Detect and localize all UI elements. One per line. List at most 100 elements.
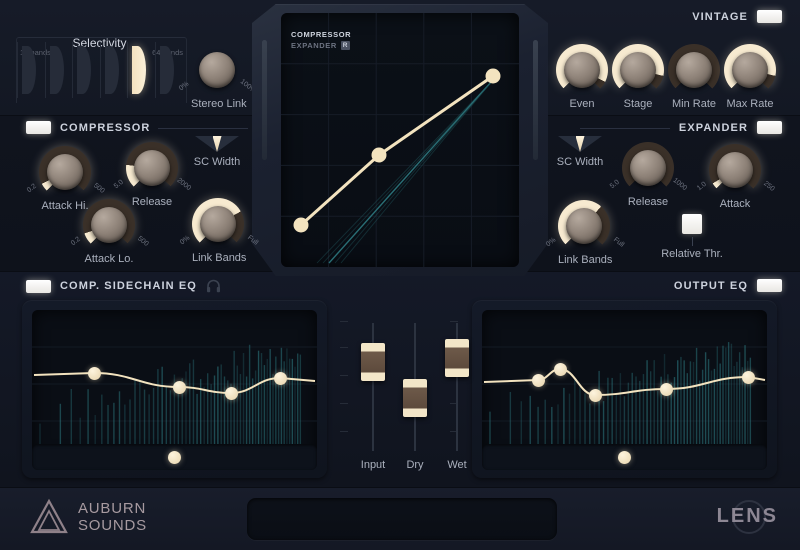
output-eq-toggle[interactable]	[757, 279, 782, 292]
stereo-link-dial[interactable]: 0% 100%	[191, 44, 243, 96]
stage-dial[interactable]	[612, 44, 664, 96]
fader-scale-tick	[340, 431, 348, 432]
dry-fader-handle[interactable]	[403, 379, 427, 417]
exp-sc-width-wedge[interactable]	[558, 136, 602, 152]
attack-label: Attack	[709, 198, 761, 210]
max-rate-cap	[732, 52, 768, 88]
vendor-name: AUBURN SOUNDS	[78, 500, 147, 534]
transfer-curve-svg	[281, 13, 519, 267]
expander-badge[interactable]: R	[341, 41, 350, 50]
sidechain-eq-slider-handle[interactable]	[168, 451, 181, 464]
legend-compressor: COMPRESSOR	[291, 30, 351, 39]
vintage-toggle[interactable]	[757, 10, 782, 23]
sidechain-eq-header: COMP. SIDECHAIN EQ	[26, 279, 221, 293]
vendor-logo[interactable]: AUBURN SOUNDS	[28, 496, 147, 538]
output-eq-slider-handle[interactable]	[618, 451, 631, 464]
fader-scale-tick	[340, 347, 348, 348]
compressor-toggle[interactable]	[26, 121, 51, 134]
transfer-node-0[interactable]	[294, 218, 309, 233]
eq-node-4[interactable]	[742, 371, 755, 384]
attack-lo-cap	[91, 207, 127, 243]
release-cap	[134, 150, 170, 186]
expander-sc-width[interactable]: SC Width	[548, 136, 612, 168]
selectivity-step-shape	[160, 46, 174, 94]
link-bands-knob[interactable]: 0%FullLink Bands	[192, 198, 244, 264]
transfer-curve-screen[interactable]: COMPRESSOR EXPANDER R	[281, 13, 519, 267]
output-eq-panel[interactable]	[472, 300, 777, 478]
min-rate-knob[interactable]: Min Rate	[668, 44, 720, 110]
vendor-line-2: SOUNDS	[78, 517, 147, 534]
compressor-sc-width[interactable]: SC Width	[185, 136, 249, 168]
selectivity-step-5[interactable]	[155, 42, 182, 98]
transfer-curve-display[interactable]: COMPRESSOR EXPANDER R	[252, 4, 548, 276]
product-name: LENS	[717, 505, 778, 528]
output-eq-screen[interactable]	[482, 310, 767, 458]
selectivity-step-shape	[22, 46, 36, 94]
stereo-link-cap	[199, 52, 235, 88]
selectivity-step-1[interactable]	[45, 42, 72, 98]
eq-node-0[interactable]	[532, 374, 545, 387]
eq-node-2[interactable]	[589, 389, 602, 402]
even-knob[interactable]: Even	[556, 44, 608, 110]
relative-threshold-label: Relative Thr.	[652, 248, 732, 260]
relative-threshold-box[interactable]	[682, 214, 702, 234]
display-rail-right	[533, 40, 538, 160]
selectivity-step-shape	[77, 46, 91, 94]
selectivity-selector[interactable]: Selectivity 18 bands 64 bands	[12, 28, 187, 106]
link-bands-dial[interactable]: 0%Full	[558, 200, 610, 252]
eq-node-2[interactable]	[225, 387, 238, 400]
vendor-line-1: AUBURN	[78, 500, 147, 517]
link-bands-knob[interactable]: 0%FullLink Bands	[558, 200, 610, 266]
mix-faders[interactable]: InputDryWet	[340, 305, 460, 483]
eq-node-3[interactable]	[274, 372, 287, 385]
link-bands-dial[interactable]: 0%Full	[192, 198, 244, 250]
sidechain-eq-title: COMP. SIDECHAIN EQ	[60, 280, 197, 292]
sidechain-eq-screen[interactable]	[32, 310, 317, 458]
input-fader-handle[interactable]	[361, 343, 385, 381]
eq-node-3[interactable]	[660, 383, 673, 396]
selectivity-step-3[interactable]	[100, 42, 127, 98]
release-label: Release	[622, 196, 674, 208]
wet-fader-handle[interactable]	[445, 339, 469, 377]
min-rate-dial[interactable]	[668, 44, 720, 96]
comp-sc-width-wedge[interactable]	[195, 136, 239, 152]
sidechain-eq-panel[interactable]	[22, 300, 327, 478]
attack-lo-knob[interactable]: 0.2500Attack Lo.	[83, 199, 135, 265]
sidechain-eq-toggle[interactable]	[26, 280, 51, 293]
stage-knob[interactable]: Stage	[612, 44, 664, 110]
preset-bar[interactable]	[247, 498, 557, 540]
min-rate-label: Min Rate	[668, 98, 720, 110]
transfer-node-1[interactable]	[372, 148, 387, 163]
selectivity-step-0[interactable]	[17, 42, 44, 98]
display-rail-left	[262, 40, 267, 160]
release-knob[interactable]: 5.01000 Release	[622, 142, 674, 208]
max-rate-label: Max Rate	[724, 98, 776, 110]
selectivity-step-4[interactable]	[127, 42, 154, 98]
eq-node-1[interactable]	[554, 363, 567, 376]
stereo-link-knob[interactable]: 0% 100% Stereo Link	[191, 44, 243, 110]
release-dial[interactable]: 5.01000	[622, 142, 674, 194]
relative-threshold-checkbox[interactable]: Relative Thr.	[652, 214, 732, 260]
output-eq-slider[interactable]	[482, 444, 767, 470]
eq-node-1[interactable]	[173, 381, 186, 394]
exp-sc-width-pointer	[576, 136, 585, 152]
eq-node-0[interactable]	[88, 367, 101, 380]
sidechain-eq-slider[interactable]	[32, 444, 317, 470]
headphones-icon[interactable]	[206, 279, 221, 293]
release-dial[interactable]: 5.02000	[126, 142, 178, 194]
max-rate-dial[interactable]	[724, 44, 776, 96]
attack-lo-dial[interactable]: 0.2500	[83, 199, 135, 251]
stage-label: Stage	[612, 98, 664, 110]
selectivity-step-2[interactable]	[72, 42, 99, 98]
even-dial[interactable]	[556, 44, 608, 96]
expander-toggle[interactable]	[757, 121, 782, 134]
attack-hi-dial[interactable]: 0.2500	[39, 146, 91, 198]
max-rate-knob[interactable]: Max Rate	[724, 44, 776, 110]
compressor-title: COMPRESSOR	[60, 122, 150, 134]
attack-dial[interactable]: 1.0250	[709, 144, 761, 196]
stage-cap	[620, 52, 656, 88]
attack-knob[interactable]: 1.0250 Attack	[709, 144, 761, 210]
even-label: Even	[556, 98, 608, 110]
transfer-node-2[interactable]	[486, 69, 501, 84]
selectivity-step-shape	[50, 46, 64, 94]
